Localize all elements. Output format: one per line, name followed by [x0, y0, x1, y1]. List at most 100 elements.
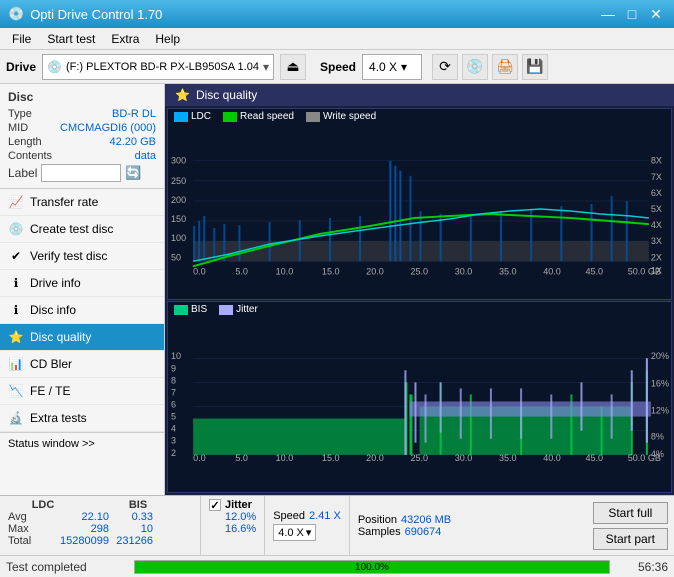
disc-length-label: Length — [8, 136, 42, 148]
eject-icon[interactable]: ⏏ — [280, 54, 306, 80]
svg-text:0.0: 0.0 — [193, 266, 206, 276]
sidebar-item-disc-quality[interactable]: ⭐ Disc quality — [0, 324, 164, 351]
speed-select-value: 4.0 X — [278, 527, 304, 539]
avg-ldc: 22.10 — [44, 511, 109, 523]
chart-top: LDC Read speed Write speed 300 250 2 — [167, 108, 672, 300]
disc-label-refresh-icon[interactable]: 🔄 — [125, 165, 141, 181]
disc-mid-value: CMCMAGDI6 (000) — [60, 122, 156, 134]
save-icon[interactable]: 💾 — [522, 54, 548, 80]
svg-text:8X: 8X — [651, 156, 662, 166]
max-label: Max — [8, 523, 40, 535]
speed-select-box[interactable]: 4.0 X ▾ — [273, 524, 316, 541]
sidebar-item-fe-te[interactable]: 📉 FE / TE — [0, 378, 164, 405]
disc-orange-icon[interactable]: 🖨 — [492, 54, 518, 80]
drive-select[interactable]: 💿 (F:) PLEXTOR BD-R PX-LB950SA 1.04 ▾ — [42, 54, 274, 80]
legend-ldc-color — [174, 112, 188, 122]
menu-extra[interactable]: Extra — [103, 30, 147, 48]
drive-bar: Drive 💿 (F:) PLEXTOR BD-R PX-LB950SA 1.0… — [0, 50, 674, 84]
toolbar-icons: ⟳ 💿 🖨 💾 — [432, 54, 548, 80]
disc-type-value: BD-R DL — [112, 108, 156, 120]
close-button[interactable]: ✕ — [646, 4, 666, 24]
position-value: 43206 MB — [401, 514, 451, 526]
svg-text:12%: 12% — [651, 406, 669, 416]
app-icon: 💿 — [8, 6, 24, 22]
sidebar-item-verify-test-disc[interactable]: ✔ Verify test disc — [0, 243, 164, 270]
disc-label-input[interactable] — [41, 164, 121, 182]
sidebar-label-disc-info: Disc info — [30, 303, 76, 317]
speed-label: Speed — [273, 510, 305, 522]
spin-icon[interactable]: ⟳ — [432, 54, 458, 80]
legend-bis-color — [174, 305, 188, 315]
drive-label: Drive — [6, 60, 36, 74]
legend-jitter: Jitter — [219, 304, 258, 315]
sidebar-label-verify-test-disc: Verify test disc — [30, 249, 107, 263]
main-area: Disc Type BD-R DL MID CMCMAGDI6 (000) Le… — [0, 84, 674, 495]
samples-label: Samples — [358, 526, 401, 538]
svg-text:3: 3 — [171, 436, 176, 446]
disc-green-icon[interactable]: 💿 — [462, 54, 488, 80]
svg-text:5X: 5X — [651, 204, 662, 214]
svg-text:200: 200 — [171, 195, 186, 205]
ldc-header: LDC — [8, 499, 78, 511]
svg-text:25.0: 25.0 — [410, 453, 428, 463]
svg-text:35.0: 35.0 — [499, 453, 517, 463]
disc-type-row: Type BD-R DL — [8, 108, 156, 120]
minimize-button[interactable]: — — [598, 4, 618, 24]
legend-read-speed: Read speed — [223, 111, 294, 122]
bottom-stats-area: LDC BIS Avg 22.10 0.33 Max 298 10 Total … — [0, 495, 674, 555]
sidebar-item-disc-info[interactable]: ℹ Disc info — [0, 297, 164, 324]
status-time: 56:36 — [618, 560, 668, 574]
svg-text:50: 50 — [171, 252, 181, 262]
svg-text:7: 7 — [171, 387, 176, 397]
svg-text:16%: 16% — [651, 378, 669, 388]
speed-row: Speed 2.41 X — [273, 510, 341, 522]
legend-ldc-label: LDC — [191, 111, 211, 122]
legend-bis-label: BIS — [191, 304, 207, 315]
svg-text:7X: 7X — [651, 172, 662, 182]
sidebar-item-extra-tests[interactable]: 🔬 Extra tests — [0, 405, 164, 432]
menu-file[interactable]: File — [4, 30, 39, 48]
cd-bler-icon: 📊 — [8, 356, 24, 372]
sidebar-item-transfer-rate[interactable]: 📈 Transfer rate — [0, 189, 164, 216]
legend-read-speed-color — [223, 112, 237, 122]
jitter-checkbox[interactable]: ✓ — [209, 499, 221, 511]
samples-row: Samples 690674 — [358, 526, 451, 538]
avg-label: Avg — [8, 511, 40, 523]
speed-select[interactable]: 4.0 X ▾ — [362, 54, 422, 80]
maximize-button[interactable]: □ — [622, 4, 642, 24]
svg-text:4X: 4X — [651, 220, 662, 230]
legend-bis: BIS — [174, 304, 207, 315]
svg-text:300: 300 — [171, 156, 186, 166]
drive-dropdown-arrow: ▾ — [263, 60, 269, 74]
sidebar-item-drive-info[interactable]: ℹ Drive info — [0, 270, 164, 297]
disc-quality-header-icon: ⭐ — [175, 88, 190, 102]
total-ldc: 15280099 — [44, 535, 109, 547]
legend-jitter-label: Jitter — [236, 304, 258, 315]
charts-area: LDC Read speed Write speed 300 250 2 — [165, 106, 674, 495]
svg-text:45.0: 45.0 — [585, 266, 603, 276]
svg-text:0.0: 0.0 — [193, 453, 206, 463]
status-text: Test completed — [6, 560, 126, 574]
menu-help[interactable]: Help — [147, 30, 188, 48]
top-chart-legend: LDC Read speed Write speed — [168, 109, 671, 124]
svg-text:50.0 GB: 50.0 GB — [628, 266, 661, 276]
action-buttons: Start full Start part — [587, 496, 674, 555]
avg-bis: 0.33 — [113, 511, 153, 523]
sidebar-label-fe-te: FE / TE — [30, 384, 70, 398]
total-label: Total — [8, 535, 40, 547]
extra-tests-icon: 🔬 — [8, 410, 24, 426]
sidebar-item-cd-bler[interactable]: 📊 CD Bler — [0, 351, 164, 378]
svg-text:8%: 8% — [651, 432, 664, 442]
menu-starttest[interactable]: Start test — [39, 30, 103, 48]
sidebar-item-create-test-disc[interactable]: 💿 Create test disc — [0, 216, 164, 243]
svg-text:2X: 2X — [651, 252, 662, 262]
svg-text:5.0: 5.0 — [235, 266, 248, 276]
title-bar-controls[interactable]: — □ ✕ — [598, 4, 666, 24]
legend-jitter-color — [219, 305, 233, 315]
svg-text:5.0: 5.0 — [235, 453, 248, 463]
start-full-button[interactable]: Start full — [593, 502, 668, 524]
svg-text:45.0: 45.0 — [585, 453, 603, 463]
status-window-toggle[interactable]: Status window >> — [0, 432, 164, 455]
title-bar-left: 💿 Opti Drive Control 1.70 — [8, 6, 162, 22]
disc-info-panel: Disc Type BD-R DL MID CMCMAGDI6 (000) Le… — [0, 84, 164, 189]
